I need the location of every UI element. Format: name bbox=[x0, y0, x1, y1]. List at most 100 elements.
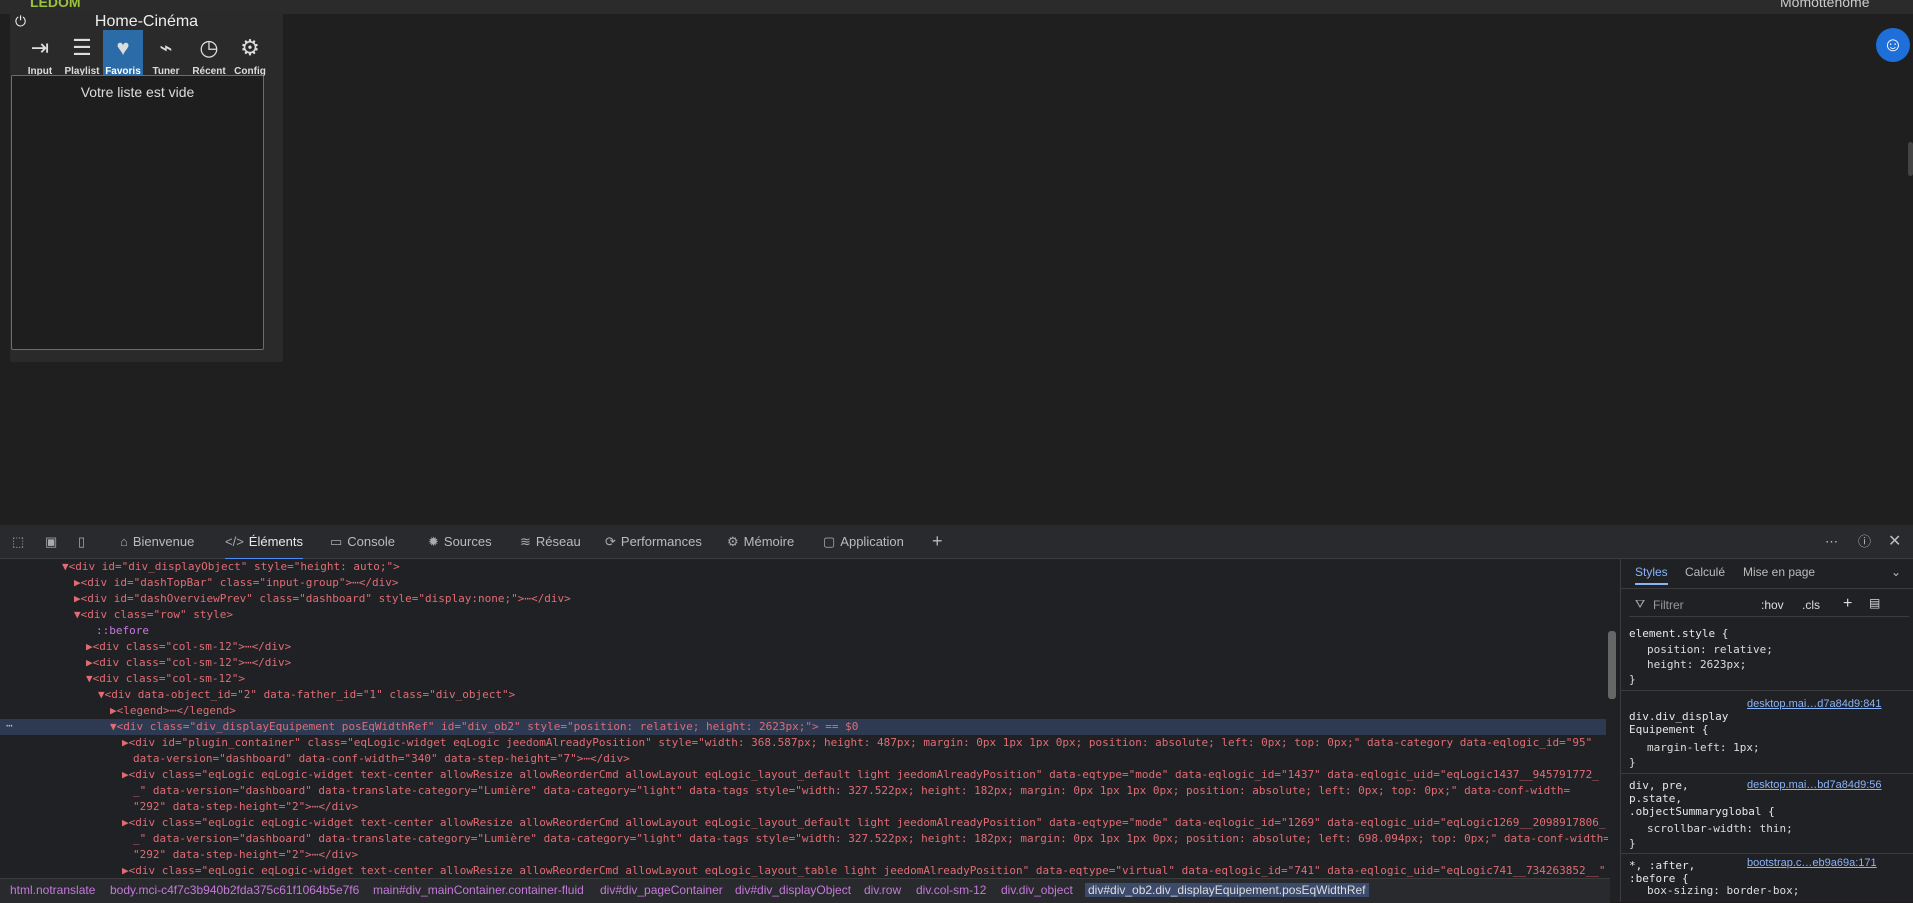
application-icon: ▢ bbox=[823, 534, 836, 549]
tab-console[interactable]: ▭ Console bbox=[330, 525, 395, 558]
tree-node[interactable]: "292" data-step-height="2">⋯</div> bbox=[133, 799, 358, 815]
rule-close: } bbox=[1629, 837, 1636, 850]
tree-node[interactable]: ▼<div class="col-sm-12"> bbox=[86, 671, 245, 687]
breadcrumb: html.notranslate body.mci-c4f7c3b940b2fd… bbox=[0, 878, 1610, 903]
filter-input[interactable]: Filtrer bbox=[1653, 598, 1684, 612]
power-icon[interactable]: ⏻ bbox=[15, 13, 26, 30]
rule-selector[interactable]: div.div_display Equipement { bbox=[1629, 710, 1728, 736]
user-name[interactable]: Momottehome bbox=[1780, 0, 1869, 10]
wifi-icon: ≋ bbox=[520, 534, 531, 549]
tab-sources[interactable]: ✹ Sources bbox=[428, 525, 492, 558]
tree-node[interactable]: data-version="dashboard" data-conf-width… bbox=[133, 751, 630, 767]
device-toolbar-icon[interactable]: ▣ bbox=[45, 525, 57, 558]
tab-application[interactable]: ▢ Application bbox=[823, 525, 904, 558]
divider bbox=[1621, 853, 1913, 854]
favorites-list: Votre liste est vide bbox=[11, 75, 264, 350]
breadcrumb-item[interactable]: div.row bbox=[864, 883, 901, 897]
console-icon: ▭ bbox=[330, 534, 343, 549]
tree-node[interactable]: ▶<div class="col-sm-12">⋯</div> bbox=[86, 639, 291, 655]
more-options-icon[interactable]: ⋯ bbox=[1825, 525, 1838, 558]
breadcrumb-item-selected[interactable]: div#div_ob2.div_displayEquipement.posEqW… bbox=[1085, 883, 1369, 897]
filter-icon: ⛛ bbox=[1635, 597, 1646, 611]
input-icon: ⇥ bbox=[30, 35, 50, 60]
widget-header: Home-Cinéma ⏻ bbox=[10, 12, 283, 32]
close-icon[interactable]: ✕ bbox=[1888, 525, 1901, 558]
rule-prop[interactable]: position: relative; bbox=[1647, 643, 1773, 656]
tab-mise-en-page[interactable]: Mise en page bbox=[1743, 565, 1815, 579]
divider bbox=[1621, 588, 1913, 589]
rule-selector[interactable]: *, :after, :before { bbox=[1629, 859, 1695, 885]
devtools-tab-bar: ⬚ ▣ ▯ ⌂ Bienvenue </> Éléments ▭ Console ✹ S… bbox=[0, 525, 1913, 560]
rule-prop[interactable]: height: 2623px; bbox=[1647, 658, 1746, 671]
scrollbar-thumb[interactable] bbox=[1608, 631, 1616, 699]
page-area bbox=[0, 0, 1913, 525]
home-icon: ⌂ bbox=[120, 534, 128, 549]
tree-node[interactable]: ▶<div id="dashTopBar" class="input-group… bbox=[74, 575, 399, 591]
tree-node[interactable]: _" data-version="dashboard" data-transla… bbox=[133, 783, 1570, 799]
tab-bienvenue[interactable]: ⌂ Bienvenue bbox=[120, 525, 194, 558]
tab-memoire[interactable]: ⚙ Mémoire bbox=[727, 525, 794, 558]
styles-pane: Styles Calculé Mise en page ⌄ ⛛ Filtrer … bbox=[1620, 559, 1913, 902]
tab-styles[interactable]: Styles bbox=[1635, 565, 1668, 585]
code-icon: </> bbox=[225, 534, 244, 549]
tree-node[interactable]: ▶<div class="eqLogic eqLogic-widget text… bbox=[122, 815, 1605, 831]
elements-scrollbar[interactable] bbox=[1608, 559, 1616, 869]
breadcrumb-item[interactable]: html.notranslate bbox=[10, 883, 95, 897]
divider bbox=[1621, 690, 1913, 691]
tree-node[interactable]: ::before bbox=[96, 623, 149, 639]
rule-close: } bbox=[1629, 756, 1636, 769]
breadcrumb-item[interactable]: div.div_object bbox=[1001, 883, 1073, 897]
tree-node[interactable]: ▼<div data-object_id="2" data-father_id=… bbox=[98, 687, 515, 703]
rule-prop[interactable]: scrollbar-width: thin; bbox=[1647, 822, 1793, 835]
heart-icon: ♥ bbox=[116, 35, 130, 60]
page-scrollbar[interactable] bbox=[1908, 142, 1913, 176]
breadcrumb-item[interactable]: div.col-sm-12 bbox=[916, 883, 986, 897]
ellipsis-icon[interactable]: ⋯ bbox=[6, 719, 13, 732]
memory-icon: ⚙ bbox=[727, 534, 739, 549]
rule-selector[interactable]: div, pre, p.state, .objectSummaryglobal … bbox=[1629, 779, 1775, 818]
cls-button[interactable]: .cls bbox=[1802, 598, 1820, 612]
performance-icon: ⟳ bbox=[605, 534, 616, 549]
breadcrumb-item[interactable]: div#div_pageContainer bbox=[600, 883, 723, 897]
app-logo[interactable]: LEDOM bbox=[30, 0, 81, 10]
rule-prop[interactable]: box-sizing: border-box; bbox=[1647, 884, 1799, 897]
chevron-down-icon[interactable]: ⌄ bbox=[1891, 565, 1901, 579]
rule-prop[interactable]: margin-left: 1px; bbox=[1647, 741, 1760, 754]
tree-node[interactable]: ▼<div class="row" style> bbox=[74, 607, 233, 623]
clock-icon: ◷ bbox=[199, 35, 219, 60]
inspect-icon[interactable]: ⬚ bbox=[12, 525, 24, 558]
widget-title: Home-Cinéma bbox=[94, 13, 199, 30]
antenna-icon: ⌁ bbox=[159, 35, 173, 60]
rule-selector[interactable]: element.style { bbox=[1629, 627, 1728, 640]
hov-button[interactable]: :hov bbox=[1761, 598, 1784, 612]
tree-node[interactable]: _" data-version="dashboard" data-transla… bbox=[133, 831, 1610, 847]
tab-performances[interactable]: ⟳ Performances bbox=[605, 525, 702, 558]
tab-calcule[interactable]: Calculé bbox=[1685, 565, 1725, 579]
tree-node[interactable]: ▶<legend>⋯</legend> bbox=[110, 703, 236, 719]
add-rule-icon[interactable]: + bbox=[1843, 595, 1852, 613]
help-icon[interactable]: ⓘ bbox=[1858, 525, 1871, 558]
divider bbox=[1621, 773, 1913, 774]
tree-node[interactable]: ▶<div class="eqLogic eqLogic-widget text… bbox=[122, 767, 1599, 783]
breadcrumb-item[interactable]: div#div_displayObject bbox=[735, 883, 851, 897]
tree-node[interactable]: ▼<div id="div_displayObject" style="heig… bbox=[62, 559, 400, 575]
rule-source-link[interactable]: bootstrap.c…eb9a69a:171 bbox=[1747, 857, 1877, 869]
top-navbar: LEDOM Momottehome bbox=[0, 0, 1913, 14]
tab-reseau[interactable]: ≋ Réseau bbox=[520, 525, 581, 558]
paint-icon[interactable]: ▤ bbox=[1869, 596, 1880, 610]
selected-tree-node[interactable]: ▼<div class="div_displayEquipement posEq… bbox=[0, 719, 1606, 735]
tree-node[interactable]: ▶<div id="plugin_container" class="eqLog… bbox=[122, 735, 1592, 751]
tree-node[interactable]: ▶<div class="col-sm-12">⋯</div> bbox=[86, 655, 291, 671]
tree-node[interactable]: "292" data-step-height="2">⋯</div> bbox=[133, 847, 358, 863]
rule-source-link[interactable]: desktop.mai…d7a84d9:841 bbox=[1747, 698, 1882, 710]
tree-node[interactable]: ▶<div id="dashOverviewPrev" class="dashb… bbox=[74, 591, 571, 607]
tab-elements[interactable]: </> Éléments bbox=[225, 525, 303, 560]
elements-tree: ▼<div id="div_displayObject" style="heig… bbox=[0, 559, 1610, 877]
smiley-icon[interactable]: ☺ bbox=[1876, 28, 1910, 62]
tree-node[interactable]: ▶<div class="eqLogic eqLogic-widget text… bbox=[122, 863, 1605, 877]
breadcrumb-item[interactable]: body.mci-c4f7c3b940b2fda375c61f1064b5e7f… bbox=[110, 883, 359, 897]
breadcrumb-item[interactable]: main#div_mainContainer.container-fluid bbox=[373, 883, 584, 897]
add-tab-icon[interactable]: + bbox=[932, 525, 943, 558]
empty-list-message: Votre liste est vide bbox=[80, 84, 195, 100]
dock-icon[interactable]: ▯ bbox=[78, 525, 85, 558]
